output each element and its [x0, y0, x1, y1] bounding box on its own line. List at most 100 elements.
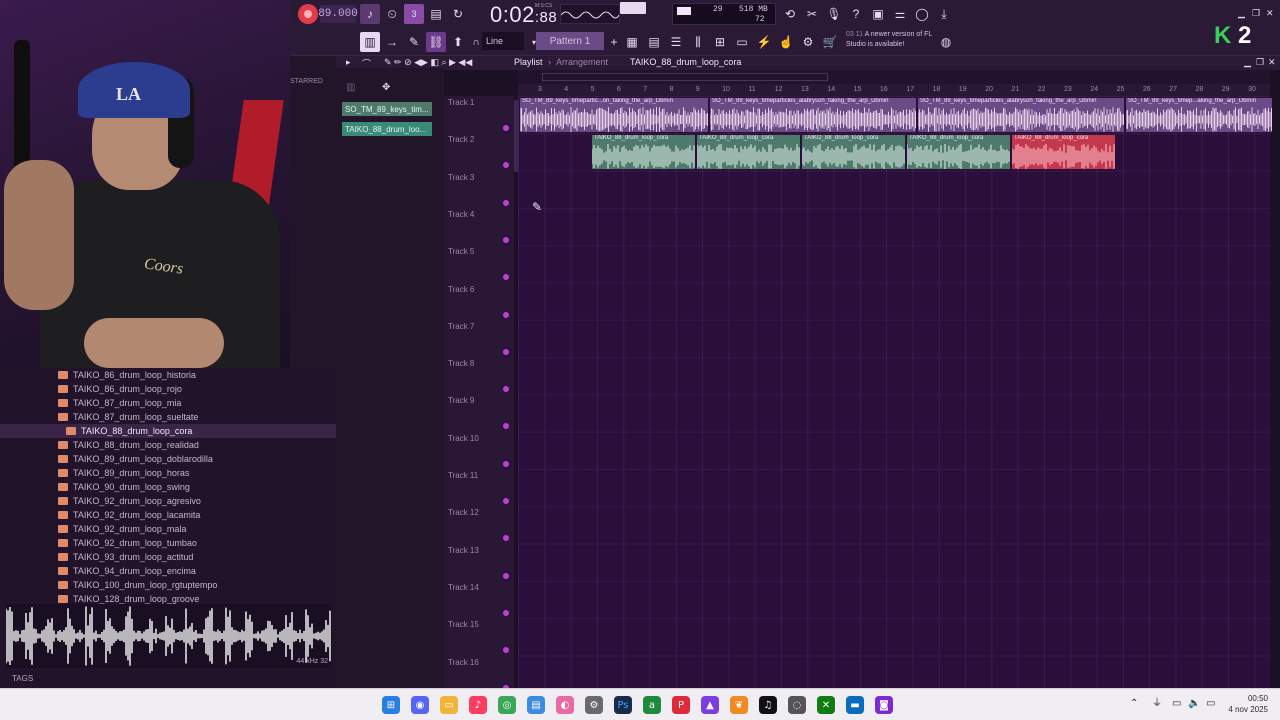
browser-item[interactable]: TAIKO_89_drum_loop_doblarodilla — [58, 452, 213, 466]
track-mute-dot[interactable] — [503, 609, 509, 616]
drum-clip[interactable]: TAIKO_88_drum_loop_cora — [907, 135, 1010, 169]
track-name[interactable]: Track 15 — [448, 620, 479, 629]
playlist-close-icon[interactable]: ✕ — [1268, 57, 1276, 68]
keys-clip[interactable]: SO_TM_89_keys_timeparticles_alabryson_fa… — [918, 98, 1124, 132]
chrome-icon[interactable]: ◎ — [498, 696, 516, 714]
keys-clip[interactable]: SO_TM_89_keys_timeparticles_alabryson_fa… — [710, 98, 916, 132]
mic-icon[interactable]: 🎙 — [824, 4, 844, 24]
playlist-grid[interactable]: SO_TM_89_keys_timepartic...on_faking_the… — [518, 96, 1272, 688]
track-name[interactable]: Track 16 — [448, 658, 479, 667]
keys-clip[interactable]: SO_TM_89_keys_timep...aking_the_arp_Dbmi… — [1126, 98, 1272, 132]
loop-record-icon[interactable]: ↻ — [448, 4, 468, 24]
drum-clip[interactable]: TAIKO_88_drum_loop_cora — [1012, 135, 1115, 169]
sample-waveform-preview[interactable] — [6, 604, 332, 668]
channel-rack-icon[interactable]: ⊞ — [710, 32, 730, 52]
track-mute-dot[interactable] — [503, 647, 509, 654]
tray-chevron-icon[interactable]: ⌃ — [1130, 698, 1138, 709]
touch-icon[interactable]: ☝ — [776, 32, 796, 52]
drum-clip[interactable]: TAIKO_88_drum_loop_cora — [697, 135, 800, 169]
browser-item[interactable]: TAIKO_87_drum_loop_mia — [58, 396, 181, 410]
playlist-arrow-icon[interactable]: → — [382, 32, 402, 52]
tools-icon[interactable]: ⚙ — [798, 32, 818, 52]
save-icon[interactable]: ▣ — [868, 4, 888, 24]
settings-app-icon[interactable]: ⚙ — [585, 696, 603, 714]
tempo-display[interactable]: 89.000 — [318, 5, 358, 23]
browser-item[interactable]: TAIKO_100_drum_loop_rgtuptempo — [58, 578, 217, 592]
metronome-icon[interactable]: ♪ — [360, 4, 380, 24]
tool-icons[interactable]: ✎ ✏ ⊘ ◀▶ ◧ ⌕ ▶ ◀◀ — [384, 57, 472, 68]
music-icon[interactable]: ♪ — [469, 696, 487, 714]
track-name[interactable]: Track 8 — [448, 359, 474, 368]
playlist-menu-icon[interactable]: ▸ — [346, 57, 351, 68]
window-app-icon[interactable]: ▬ — [846, 696, 864, 714]
notes-icon[interactable]: ▤ — [527, 696, 545, 714]
track-name[interactable]: Track 1 — [448, 98, 474, 107]
script-app-icon[interactable]: a — [643, 696, 661, 714]
track-mute-dot[interactable] — [503, 498, 509, 504]
restore-icon[interactable]: ❐ — [1252, 8, 1260, 19]
tray-network-icon[interactable]: ▭ — [1172, 698, 1181, 709]
wait-input-icon[interactable]: ⏲ — [382, 4, 402, 24]
track-mute-dot[interactable] — [503, 423, 509, 430]
minimize-icon[interactable]: ▁ — [1238, 8, 1245, 19]
pattern-selector[interactable]: Pattern 1 — [536, 32, 604, 50]
track-name[interactable]: Track 12 — [448, 508, 479, 517]
start-icon[interactable]: ⊞ — [382, 696, 400, 714]
browser-item[interactable]: TAIKO_87_drum_loop_sueltate — [58, 410, 198, 424]
track-name[interactable]: Track 4 — [448, 210, 474, 219]
browser-item[interactable]: TAIKO_88_drum_loop_cora — [0, 424, 336, 438]
drum-clip[interactable]: TAIKO_88_drum_loop_cora — [802, 135, 905, 169]
track-mute-dot[interactable] — [503, 236, 509, 243]
vpn-icon[interactable]: ▲ — [701, 696, 719, 714]
arrangement-label[interactable]: Arrangement — [556, 57, 608, 67]
picker-audio-icon[interactable]: ✥ — [382, 82, 390, 93]
cart-icon[interactable]: 🛒 — [820, 32, 840, 52]
track-mute-dot[interactable] — [503, 311, 509, 318]
xbox-icon[interactable]: ✕ — [817, 696, 835, 714]
chat-icon[interactable]: ◯ — [912, 4, 932, 24]
track-name[interactable]: Track 14 — [448, 583, 479, 592]
browser-item[interactable]: TAIKO_92_drum_loop_agresivo — [58, 494, 201, 508]
piano-roll-icon[interactable]: ☰ — [666, 32, 686, 52]
track-name[interactable]: Track 2 — [448, 135, 474, 144]
add-pattern-icon[interactable]: + — [604, 32, 624, 52]
track-mute-dot[interactable] — [503, 535, 509, 542]
keys-clip[interactable]: SO_TM_89_keys_timepartic...on_faking_the… — [520, 98, 708, 132]
track-mute-dot[interactable] — [503, 348, 509, 355]
track-mute-dot[interactable] — [503, 460, 509, 467]
browser-icon[interactable]: ▭ — [732, 32, 752, 52]
pinterest-icon[interactable]: P — [672, 696, 690, 714]
track-mute-dot[interactable] — [503, 162, 509, 169]
track-mute-dot[interactable] — [503, 386, 509, 393]
link-icon[interactable]: ⛓ — [426, 32, 446, 52]
photoshop-icon[interactable]: Ps — [614, 696, 632, 714]
fl-studio-icon[interactable]: ❦ — [730, 696, 748, 714]
browser-item[interactable]: TAIKO_92_drum_loop_tumbao — [58, 536, 197, 550]
tray-mic-icon[interactable]: ⏚ — [1152, 698, 1162, 709]
browser-item[interactable]: TAIKO_93_drum_loop_actitud — [58, 550, 193, 564]
tray-clock[interactable]: 00:50 4 nov 2025 — [1222, 693, 1268, 715]
playlist-overview[interactable] — [518, 70, 1270, 84]
track-mute-dot[interactable] — [503, 274, 509, 281]
plugin-icon[interactable]: ⚡ — [754, 32, 774, 52]
tray-battery-icon[interactable]: ▭ — [1206, 698, 1215, 709]
track-name[interactable]: Track 3 — [448, 173, 474, 182]
browser-item[interactable]: TAIKO_92_drum_loop_mala — [58, 522, 186, 536]
track-mute-dot[interactable] — [503, 125, 509, 131]
globe-icon[interactable]: ◍ — [936, 32, 956, 52]
browser-item[interactable]: TAIKO_86_drum_loop_rojo — [58, 382, 182, 396]
step-edit-icon[interactable]: ▤ — [426, 4, 446, 24]
cut-icon[interactable]: ✂ — [802, 4, 822, 24]
track-name[interactable]: Track 11 — [448, 471, 478, 480]
picker-clip-drums[interactable]: TAIKO_88_drum_loo... — [342, 122, 432, 136]
pencil-icon[interactable]: ✎ — [404, 32, 424, 52]
browser-item[interactable]: TAIKO_88_drum_loop_realidad — [58, 438, 199, 452]
discord-icon[interactable]: ◉ — [411, 696, 429, 714]
close-icon[interactable]: ✕ — [1266, 8, 1274, 19]
browser-item[interactable]: TAIKO_89_drum_loop_horas — [58, 466, 189, 480]
color-app-icon[interactable]: ◐ — [556, 696, 574, 714]
track-name[interactable]: Track 13 — [448, 546, 479, 555]
mixer-icon[interactable]: ⚌ — [890, 4, 910, 24]
tray-volume-icon[interactable]: 🔈 — [1188, 698, 1200, 709]
piano-icon[interactable]: ▥ — [360, 32, 380, 52]
